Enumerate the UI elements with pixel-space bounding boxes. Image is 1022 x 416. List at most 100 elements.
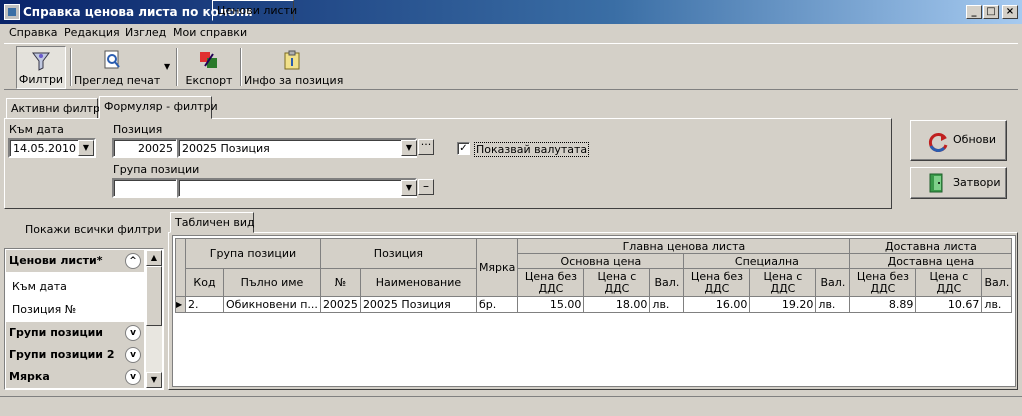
status-bar [0,396,1022,416]
filter-item-to-date[interactable]: Към дата [12,280,67,293]
col-no[interactable]: № [319,268,361,297]
price-grid: Група позиции Позиция Мярка Главна ценов… [172,235,1016,387]
header-special: Специална [683,253,851,269]
to-date-dropdown-icon[interactable]: ▼ [78,140,94,156]
table-row[interactable]: ▶ 2. Обикновени п... 20025 20025 Позиция… [175,296,1013,313]
refresh-icon [928,133,948,152]
col-base-no-vat[interactable]: Цена без ДДС [517,268,585,297]
section-item-groups[interactable]: Групи позиции v [6,322,144,344]
header-delivery-price: Доставна цена [849,253,1013,269]
header-unit[interactable]: Мярка [475,238,519,297]
show-all-filters-button[interactable]: Покажи всички филтри [25,223,162,236]
price-table: Група позиции Позиция Мярка Главна ценов… [175,238,1013,313]
app-icon [4,4,20,20]
cell-full-name[interactable]: Обикновени п... [223,296,321,313]
cell-base-no-vat[interactable]: 15.00 [517,296,585,313]
filters-button[interactable]: Филтри [16,46,66,89]
group-dropdown-icon[interactable]: ▼ [401,180,417,196]
to-date-label: Към дата [9,123,64,136]
col-delivery-currency[interactable]: Вал. [981,268,1013,297]
position-browse-button[interactable]: ··· [418,139,434,155]
export-icon [200,52,217,68]
col-base-vat[interactable]: Цена с ДДС [583,268,651,297]
door-exit-icon [929,173,943,193]
position-info-button[interactable]: Инфо за позиция [244,46,343,89]
menu-my-reports[interactable]: Мои справки [173,26,247,39]
menu-report[interactable]: Справка [9,26,57,39]
export-button[interactable]: Експорт [182,46,236,89]
section-item-groups-2[interactable]: Групи позиции 2 v [6,344,144,366]
tab-table-view[interactable]: Табличен вид [170,212,255,233]
col-delivery-no-vat[interactable]: Цена без ДДС [849,268,917,297]
header-item-group: Група позиции [185,238,321,269]
chevron-down-icon[interactable]: v [125,347,141,363]
cell-no[interactable]: 20025 [319,296,361,313]
col-base-currency[interactable]: Вал. [649,268,685,297]
filter-item-position-no[interactable]: Позиция № [12,303,76,316]
scroll-down-icon[interactable]: ▼ [146,372,162,388]
refresh-button[interactable]: Обнови [910,120,1007,161]
minimize-button[interactable]: _ [966,5,982,19]
chevron-up-icon[interactable]: ^ [125,253,141,269]
menu-bar: Справка Редакция Изглед Мои справки [0,24,1022,42]
print-preview-dropdown-icon[interactable]: ▼ [164,62,170,71]
scroll-up-icon[interactable]: ▲ [146,250,162,266]
cell-delivery-currency[interactable]: лв. [981,296,1013,313]
position-name-field[interactable]: 20025 Позиция [177,138,417,158]
position-code-field[interactable]: 20025 [112,138,178,158]
position-dropdown-icon[interactable]: ▼ [401,140,417,156]
cell-base-vat[interactable]: 18.00 [583,296,651,313]
chevron-down-icon[interactable]: v [125,369,141,385]
row-pointer-icon: ▶ [175,296,186,313]
header-base-price: Основна цена [517,253,685,269]
group-clear-button[interactable]: – [418,179,434,195]
cell-special-currency[interactable]: лв. [815,296,851,313]
col-delivery-vat[interactable]: Цена с ДДС [915,268,983,297]
toolbar-separator [176,48,178,86]
position-label: Позиция [113,123,163,136]
close-window-button[interactable]: × [1002,5,1018,19]
title-bar: Справка ценова листа по колони _ □ × [0,0,1022,24]
cell-name[interactable]: 20025 Позиция [359,296,477,313]
cell-unit[interactable]: бр. [475,296,519,313]
cell-delivery-vat[interactable]: 10.67 [915,296,983,313]
col-special-currency[interactable]: Вал. [815,268,851,297]
chevron-down-icon[interactable]: v [125,325,141,341]
print-preview-icon [104,50,120,69]
tab-price-lists[interactable]: Ценови листи [212,0,297,21]
group-name-field[interactable] [177,178,417,198]
scroll-thumb[interactable] [146,266,162,326]
col-code[interactable]: Код [185,268,224,297]
cell-special-vat[interactable]: 19.20 [749,296,817,313]
toolbar-separator [240,48,242,86]
cell-delivery-no-vat[interactable]: 8.89 [849,296,917,313]
print-preview-button[interactable]: Преглед печат [74,46,164,89]
section-unit[interactable]: Мярка v [6,366,144,388]
show-currency-label: Показвай валутата [474,142,590,157]
col-special-no-vat[interactable]: Цена без ДДС [683,268,751,297]
filter-icon [32,52,50,71]
group-label: Група позиции [113,163,200,176]
close-button[interactable]: Затвори [910,167,1007,199]
toolbar-separator [70,48,72,86]
group-code-field[interactable] [112,178,178,198]
tab-form-filters[interactable]: Формуляр - филтри [99,96,218,119]
show-currency-checkbox[interactable]: ✓ [457,142,470,155]
row-indicator-header [175,238,186,297]
cell-code[interactable]: 2. [185,296,224,313]
filter-scrollbar[interactable]: ▲ ▼ [146,250,162,388]
menu-view[interactable]: Изглед [125,26,166,39]
col-name[interactable]: Наименование [359,268,477,297]
menu-edit[interactable]: Редакция [64,26,120,39]
tab-active-filters[interactable]: Активни филтри [6,98,107,119]
header-position: Позиция [319,238,477,269]
clipboard-info-icon [284,50,300,70]
section-price-lists[interactable]: Ценови листи* ^ [6,250,144,272]
header-main-price-list: Главна ценова листа [517,238,851,254]
toolbar: Филтри Преглед печат ▼ Експорт Инфо за п… [4,43,1018,90]
col-special-vat[interactable]: Цена с ДДС [749,268,817,297]
maximize-button[interactable]: □ [983,5,999,19]
col-full-name[interactable]: Пълно име [223,268,321,297]
cell-special-no-vat[interactable]: 16.00 [683,296,751,313]
cell-base-currency[interactable]: лв. [649,296,685,313]
